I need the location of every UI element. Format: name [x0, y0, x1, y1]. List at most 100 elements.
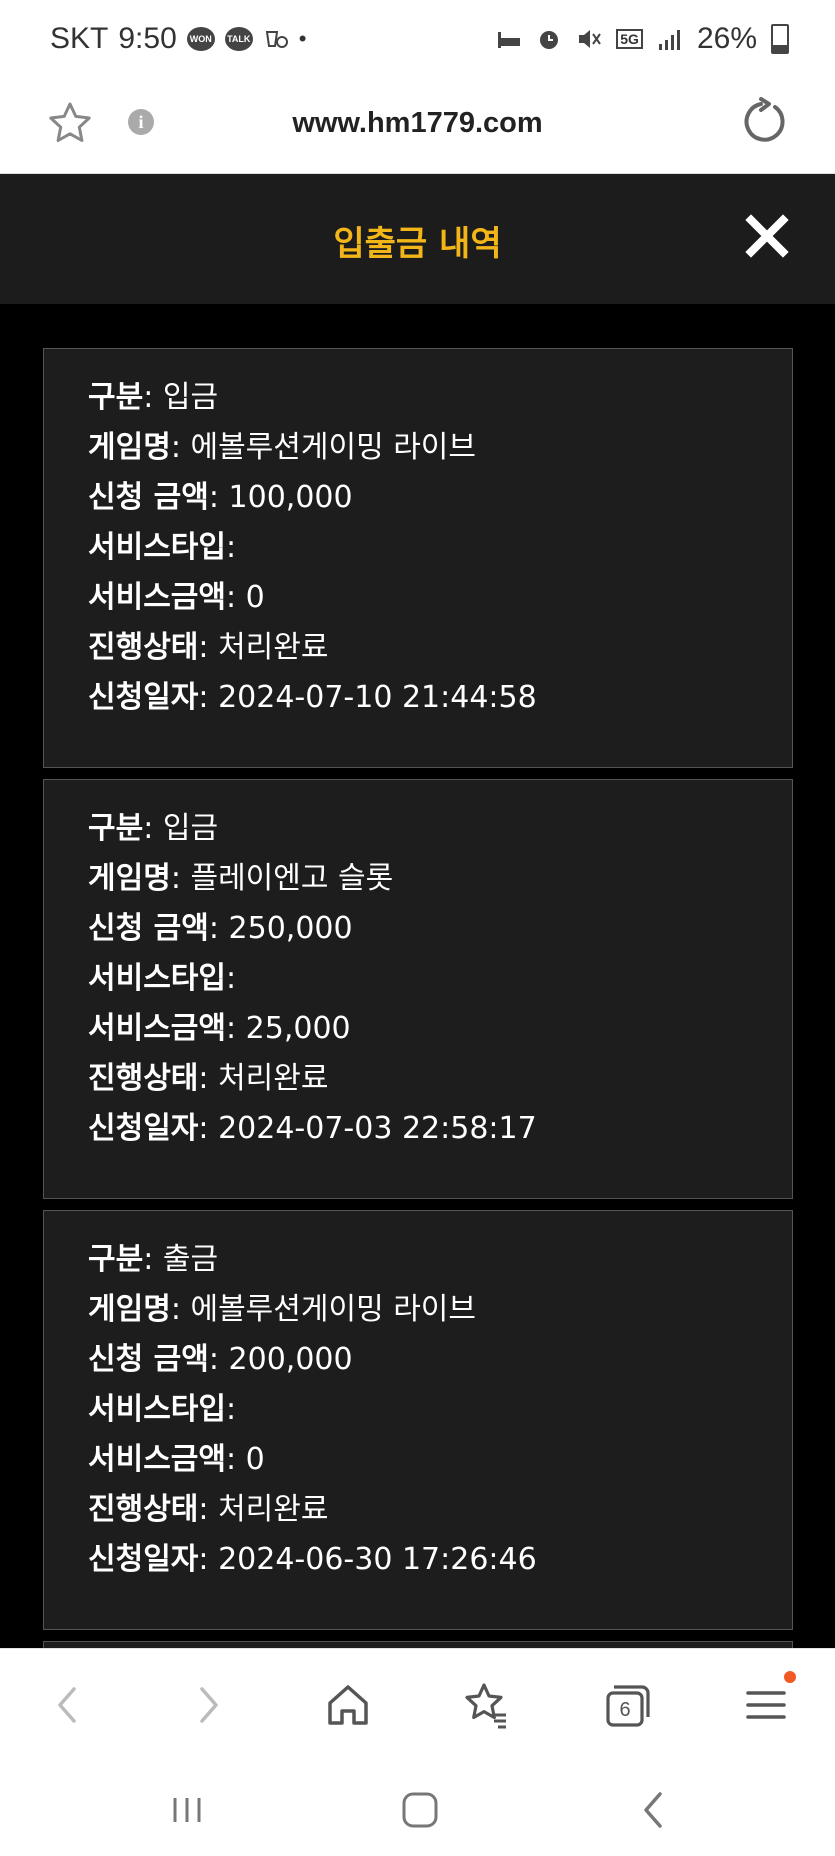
- tabs-button[interactable]: 6: [598, 1677, 654, 1733]
- menu-button[interactable]: [738, 1671, 796, 1733]
- service-amount-value: 0: [245, 1442, 265, 1477]
- amount-value: 100,000: [228, 480, 353, 515]
- amount-value: 200,000: [228, 1342, 353, 1377]
- won-badge-icon: WON: [186, 27, 215, 51]
- type-label: 구분: [88, 380, 144, 415]
- clock: 9:50: [118, 22, 177, 55]
- transaction-card: 구분: 출금 게임명: 에볼루션게이밍 라이브 신청 금액: 200,000 서…: [43, 1210, 793, 1630]
- home-nav-icon[interactable]: [396, 1786, 444, 1834]
- service-type-label: 서비스타입: [88, 530, 226, 565]
- reload-icon[interactable]: [739, 97, 789, 147]
- notification-dot: [784, 1671, 796, 1683]
- game-value: 플레이엔고 슬롯: [190, 861, 394, 896]
- close-icon[interactable]: [743, 212, 791, 260]
- service-amount-label: 서비스금액: [88, 1011, 226, 1046]
- status-left: SKT 9:50 WON TALK •: [50, 22, 306, 56]
- date-row: 신청일자: 2024-07-03 22:58:17: [88, 1111, 537, 1146]
- back-icon[interactable]: [40, 1677, 96, 1733]
- status-row: 진행상태: 처리완료: [88, 1492, 329, 1527]
- game-value: 에볼루션게이밍 라이브: [190, 1292, 477, 1327]
- status-right: 5G 26%: [496, 22, 789, 56]
- service-amount-row: 서비스금액: 25,000: [88, 1011, 351, 1046]
- menu-icon: [746, 1691, 786, 1719]
- service-type-label: 서비스타입: [88, 1392, 226, 1427]
- date-label: 신청일자: [88, 1111, 199, 1146]
- signal-icon: [658, 30, 680, 50]
- game-row: 게임명: 에볼루션게이밍 라이브: [88, 1292, 477, 1327]
- amount-row: 신청 금액: 100,000: [88, 480, 353, 515]
- service-amount-label: 서비스금액: [88, 580, 226, 615]
- type-label: 구분: [88, 811, 144, 846]
- home-icon[interactable]: [320, 1677, 376, 1733]
- date-value: 2024-06-30 17:26:46: [218, 1542, 537, 1577]
- status-value: 처리완료: [218, 630, 329, 665]
- type-value: 입금: [162, 811, 219, 846]
- service-type-row: 서비스타입:: [88, 530, 237, 565]
- browser-toolbar: 6: [0, 1648, 835, 1761]
- amount-label: 신청 금액: [88, 1342, 209, 1377]
- tab-count: 6: [619, 1699, 631, 1721]
- url-text[interactable]: www.hm1779.com: [0, 107, 835, 140]
- system-nav-bar: [0, 1760, 835, 1856]
- service-amount-row: 서비스금액: 0: [88, 1442, 265, 1477]
- battery-icon: [771, 24, 789, 54]
- status-row: 진행상태: 처리완료: [88, 630, 329, 665]
- service-type-label: 서비스타입: [88, 961, 226, 996]
- status-row: 진행상태: 처리완료: [88, 1061, 329, 1096]
- service-type-row: 서비스타입:: [88, 961, 237, 996]
- date-value: 2024-07-03 22:58:17: [218, 1111, 537, 1146]
- mute-icon: [579, 30, 602, 48]
- service-type-row: 서비스타입:: [88, 1392, 237, 1427]
- recent-apps-icon[interactable]: [163, 1786, 211, 1834]
- amount-value: 250,000: [228, 911, 353, 946]
- game-row: 게임명: 플레이엔고 슬롯: [88, 861, 394, 896]
- date-label: 신청일자: [88, 680, 199, 715]
- game-row: 게임명: 에볼루션게이밍 라이브: [88, 430, 477, 465]
- status-label: 진행상태: [88, 1492, 199, 1527]
- alarm-icon: [540, 31, 559, 49]
- game-label: 게임명: [88, 430, 171, 465]
- amount-row: 신청 금액: 250,000: [88, 911, 353, 946]
- status-value: 처리완료: [218, 1061, 329, 1096]
- type-label: 구분: [88, 1242, 144, 1277]
- transaction-list: 구분: 입금 게임명: 에볼루션게이밍 라이브 신청 금액: 100,000 서…: [43, 348, 793, 1671]
- type-value: 입금: [162, 380, 219, 415]
- browser-url-bar: i www.hm1779.com: [0, 85, 835, 174]
- bookmarks-icon[interactable]: [458, 1677, 514, 1733]
- back-nav-icon[interactable]: [630, 1786, 678, 1834]
- date-row: 신청일자: 2024-07-10 21:44:58: [88, 680, 537, 715]
- date-value: 2024-07-10 21:44:58: [218, 680, 537, 715]
- talk-badge-icon: TALK: [224, 27, 253, 51]
- status-label: 진행상태: [88, 630, 199, 665]
- type-row: 구분: 입금: [88, 380, 219, 415]
- modal-header: 입출금 내역: [0, 174, 835, 304]
- more-dot-icon: •: [298, 26, 307, 51]
- game-label: 게임명: [88, 1292, 171, 1327]
- transaction-card: 구분: 입금 게임명: 에볼루션게이밍 라이브 신청 금액: 100,000 서…: [43, 348, 793, 768]
- type-row: 구분: 입금: [88, 811, 219, 846]
- type-row: 구분: 출금: [88, 1242, 219, 1277]
- transaction-card: 구분: 입금 게임명: 플레이엔고 슬롯 신청 금액: 250,000 서비스타…: [43, 779, 793, 1199]
- muted-notification-icon: [265, 31, 288, 48]
- forward-icon[interactable]: [180, 1677, 236, 1733]
- service-amount-value: 0: [245, 580, 265, 615]
- status-bar: SKT 9:50 WON TALK • 5G 26%: [0, 0, 835, 85]
- status-label: 진행상태: [88, 1061, 199, 1096]
- status-value: 처리완료: [218, 1492, 329, 1527]
- sleep-mode-icon: [498, 32, 521, 48]
- carrier-label: SKT: [50, 22, 109, 55]
- battery-percent: 26%: [696, 22, 757, 55]
- service-amount-value: 25,000: [245, 1011, 351, 1046]
- service-amount-label: 서비스금액: [88, 1442, 226, 1477]
- amount-label: 신청 금액: [88, 480, 209, 515]
- date-row: 신청일자: 2024-06-30 17:26:46: [88, 1542, 537, 1577]
- date-label: 신청일자: [88, 1542, 199, 1577]
- amount-label: 신청 금액: [88, 911, 209, 946]
- game-label: 게임명: [88, 861, 171, 896]
- type-value: 출금: [162, 1242, 219, 1277]
- amount-row: 신청 금액: 200,000: [88, 1342, 353, 1377]
- modal-title: 입출금 내역: [333, 224, 502, 264]
- service-amount-row: 서비스금액: 0: [88, 580, 265, 615]
- network-type: 5G: [616, 29, 643, 49]
- game-value: 에볼루션게이밍 라이브: [190, 430, 477, 465]
